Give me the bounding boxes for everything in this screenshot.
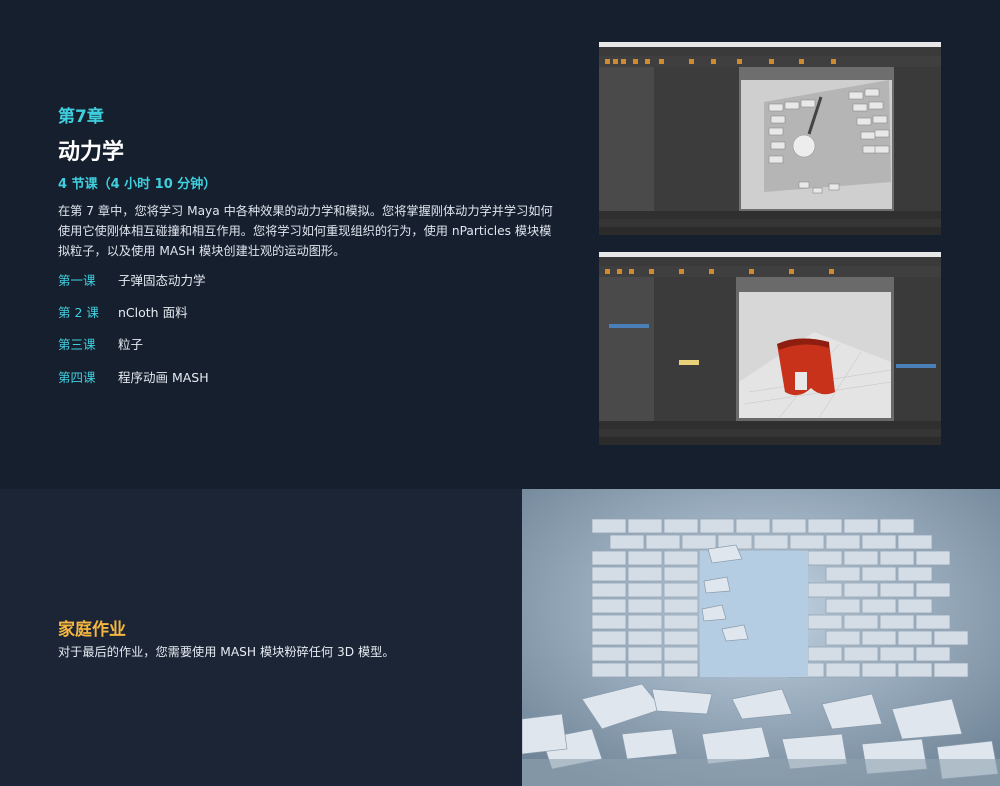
maya-screenshot-rigid-body (599, 42, 941, 235)
lesson-name: 子弹固态动力学 (118, 273, 206, 288)
lesson-name: nCloth 面料 (118, 305, 188, 320)
lessons-summary: 4 节课（4 小时 10 分钟） (58, 177, 217, 192)
lesson-number: 第三课 (58, 337, 96, 352)
lesson-item: 第 2 课 nCloth 面料 (58, 302, 188, 321)
lesson-item: 第一课 子弹固态动力学 (58, 270, 206, 289)
lesson-number: 第 2 课 (58, 305, 99, 320)
homework-text: 对于最后的作业，您需要使用 MASH 模块粉碎任何 3D 模型。 (58, 645, 395, 659)
lesson-name: 粒子 (118, 337, 144, 352)
lesson-name: 程序动画 MASH (118, 370, 209, 385)
chapter-title: 动力学 (58, 140, 125, 165)
lesson-item: 第三课 粒子 (58, 334, 143, 353)
chapter-label: 第7章 (58, 107, 104, 127)
lesson-item: 第四课 程序动画 MASH (58, 367, 209, 386)
chapter-description: 在第 7 章中，您将学习 Maya 中各种效果的动力学和模拟。您将掌握刚体动力学… (58, 204, 553, 258)
lesson-number: 第一课 (58, 273, 96, 288)
maya-screenshot-ncloth (599, 252, 941, 445)
homework-title: 家庭作业 (58, 620, 126, 640)
lesson-number: 第四课 (58, 370, 96, 385)
brick-wall-render-image (522, 489, 1000, 786)
